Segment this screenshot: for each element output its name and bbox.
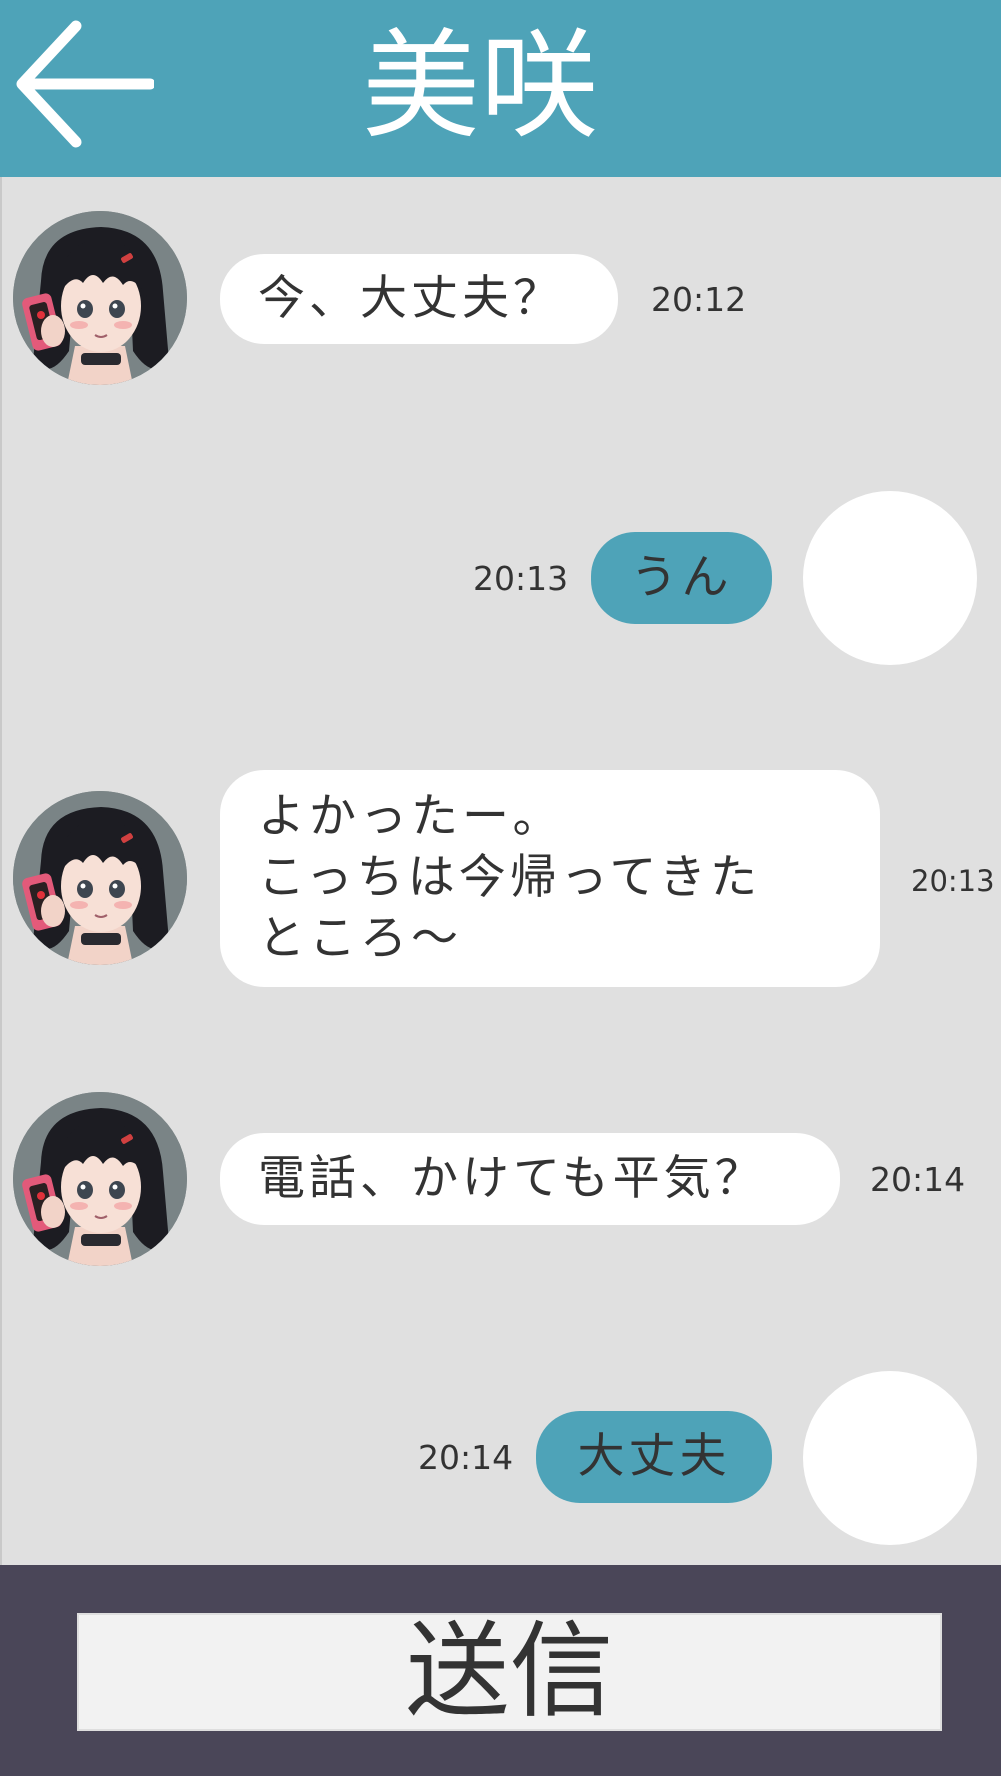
send-button[interactable]: 送信 [77, 1613, 942, 1731]
partner-message-bubble: 電話、かけても平気？ [220, 1133, 840, 1225]
contact-name: 美咲 [361, 17, 598, 155]
partner-avatar[interactable] [13, 211, 187, 385]
partner-avatar[interactable] [13, 791, 187, 965]
arrow-left-icon [16, 20, 156, 148]
my-message-bubble: うん [591, 532, 772, 624]
message-time: 20:14 [870, 1160, 966, 1199]
chat-left-border [0, 177, 2, 1565]
input-footer: 送信 [0, 1565, 1001, 1776]
my-message-bubble: 大丈夫 [536, 1411, 772, 1503]
message-time: 20:12 [651, 280, 747, 319]
my-avatar [803, 491, 977, 665]
partner-avatar[interactable] [13, 1092, 187, 1266]
my-avatar [803, 1371, 977, 1545]
message-time: 20:14 [418, 1438, 514, 1477]
message-time: 20:13 [473, 559, 569, 598]
chat-header: 美咲 [0, 0, 1001, 177]
message-time: 20:13 [911, 864, 995, 898]
partner-message-bubble: 今、大丈夫？ [220, 254, 618, 344]
partner-message-bubble: よかったー。 こっちは今帰ってきた ところ〜 [220, 770, 880, 987]
back-button[interactable] [14, 20, 156, 148]
